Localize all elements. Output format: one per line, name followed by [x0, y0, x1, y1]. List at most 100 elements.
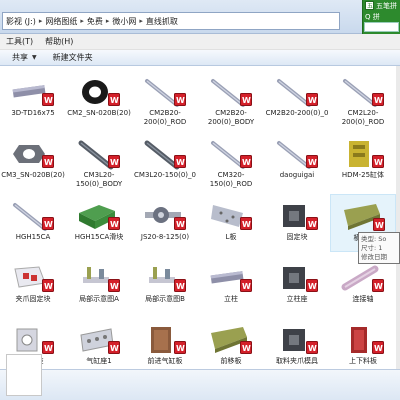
file-name-label: 取料夹爪模具 — [276, 357, 318, 365]
breadcrumb-separator-icon[interactable]: ▸ — [106, 17, 110, 25]
file-item[interactable]: W 连接轴 — [330, 256, 396, 314]
file-item[interactable]: W 立柱 — [198, 256, 264, 314]
svg-text:W: W — [110, 282, 119, 291]
file-item[interactable]: W 3D-TD16x75 — [0, 70, 66, 128]
scrollbar[interactable] — [396, 66, 400, 369]
file-name-label: CM2B20-200(0)_BODY — [207, 109, 255, 126]
share-button[interactable]: 共享 ▼ — [12, 52, 37, 63]
solidworks-file-icon: W — [42, 155, 54, 168]
file-name-label: 前进气缸板 — [147, 357, 183, 365]
file-item[interactable]: W JS20-8-125(0) — [132, 194, 198, 252]
file-name-label: 前移板 — [220, 357, 242, 365]
solidworks-file-icon: W — [42, 341, 54, 354]
solidworks-file-icon: W — [306, 93, 318, 106]
breadcrumb[interactable]: 影视 (J:) ▸ 网络图纸 ▸ 免费 ▸ 微小网 ▸ 直线抓取 — [2, 12, 340, 30]
file-item[interactable]: W CM2B20-200(0)_0 — [264, 70, 330, 128]
tooltip-size: 尺寸: 1 — [361, 244, 383, 252]
file-item[interactable]: W 前移板 — [198, 318, 264, 369]
file-item[interactable]: W 气缸座1 — [66, 318, 132, 369]
svg-text:W: W — [176, 96, 185, 105]
solidworks-file-icon: W — [240, 279, 252, 292]
file-item[interactable]: W 立柱座 — [264, 256, 330, 314]
file-item[interactable]: W 局部示意图B — [132, 256, 198, 314]
svg-text:W: W — [308, 282, 317, 291]
file-name-label: 局部示意图A — [79, 295, 119, 303]
svg-text:W: W — [374, 344, 383, 353]
file-item[interactable]: Wdaoguigai — [264, 132, 330, 190]
solidworks-file-icon: W — [108, 155, 120, 168]
menu-help[interactable]: 帮助(H) — [45, 36, 73, 47]
breadcrumb-item[interactable]: 免费 — [87, 16, 103, 27]
menu-bar: 工具(T) 帮助(H) — [0, 34, 400, 50]
file-item[interactable]: W CM2B20-200(0)_BODY — [198, 70, 264, 128]
file-name-label: 上下料板 — [349, 357, 377, 365]
svg-text:W: W — [242, 220, 251, 229]
ime-search-field[interactable] — [364, 22, 399, 32]
solidworks-file-icon: W — [240, 155, 252, 168]
file-item[interactable]: W CM320-150(0)_ROD — [198, 132, 264, 190]
file-item[interactable]: W CM2_SN-020B(20) — [66, 70, 132, 128]
tooltip-date: 修改日期 — [361, 253, 387, 261]
svg-text:W: W — [308, 96, 317, 105]
file-name-label: CM2B20-200(0)_ROD — [143, 109, 187, 126]
file-item[interactable]: W 局部示意图A — [66, 256, 132, 314]
svg-text:W: W — [44, 344, 53, 353]
file-item[interactable]: W CM3L20-150(0)_BODY — [66, 132, 132, 190]
ime-mode-label: Q 拼 — [365, 12, 380, 21]
svg-text:W: W — [176, 344, 185, 353]
solidworks-file-icon: W — [240, 217, 252, 230]
svg-text:W: W — [242, 158, 251, 167]
solidworks-file-icon: W — [108, 279, 120, 292]
breadcrumb-separator-icon[interactable]: ▸ — [139, 17, 143, 25]
breadcrumb-item[interactable]: 网络图纸 — [45, 16, 77, 27]
breadcrumb-separator-icon[interactable]: ▸ — [39, 17, 43, 25]
file-name-label: CM2_SN-020B(20) — [67, 109, 131, 117]
file-item[interactable]: W CM2B20-200(0)_ROD — [132, 70, 198, 128]
file-item[interactable]: W CM3_SN-020B(20) — [0, 132, 66, 190]
file-name-label: 局部示意图B — [145, 295, 185, 303]
solidworks-file-icon: W — [174, 155, 186, 168]
file-item[interactable]: W CM2L20-200(0)_ROD — [330, 70, 396, 128]
svg-text:W: W — [110, 158, 119, 167]
file-item[interactable]: W HGH15CA滑块 — [66, 194, 132, 252]
menu-tools[interactable]: 工具(T) — [6, 36, 33, 47]
svg-text:W: W — [110, 96, 119, 105]
file-item[interactable]: W 夹爪固定块 — [0, 256, 66, 314]
file-item[interactable]: W L板 — [198, 194, 264, 252]
file-item[interactable]: W 固定块 — [264, 194, 330, 252]
file-name-label: 气缸座1 — [86, 357, 112, 365]
svg-text:W: W — [374, 282, 383, 291]
file-name-label: 3D-TD16x75 — [11, 109, 55, 117]
svg-text:W: W — [308, 344, 317, 353]
breadcrumb-separator-icon[interactable]: ▸ — [80, 17, 84, 25]
file-name-label: CM3_SN-020B(20) — [1, 171, 65, 179]
file-item[interactable]: W CM3L20-150(0)_0 — [132, 132, 198, 190]
file-name-label: 固定块 — [286, 233, 308, 241]
file-name-label: HGH15CA滑块 — [74, 233, 124, 241]
svg-text:W: W — [308, 220, 317, 229]
breadcrumb-item[interactable]: 影视 (J:) — [6, 16, 36, 27]
solidworks-file-icon: W — [108, 341, 120, 354]
input-method-popup[interactable]: 五 五笔拼 Q 拼 — [362, 0, 400, 34]
breadcrumb-item[interactable]: 直线抓取 — [146, 16, 178, 27]
file-name-label: HGH15CA — [15, 233, 51, 241]
solidworks-file-icon: W — [174, 279, 186, 292]
breadcrumb-item[interactable]: 微小网 — [112, 16, 136, 27]
file-item[interactable]: W 取料夹爪模具 — [264, 318, 330, 369]
solidworks-file-icon: W — [306, 217, 318, 230]
file-item[interactable]: W 上下料板 — [330, 318, 396, 369]
ime-icon: 五 — [365, 1, 374, 10]
file-name-label: CM2B20-200(0)_0 — [265, 109, 329, 117]
new-folder-button[interactable]: 新建文件夹 — [53, 52, 93, 63]
svg-text:W: W — [44, 96, 53, 105]
file-item[interactable]: W 前进气缸板 — [132, 318, 198, 369]
file-item[interactable]: W HDM-25缸体 — [330, 132, 396, 190]
file-name-label: 夹爪固定块 — [15, 295, 51, 303]
svg-text:W: W — [44, 220, 53, 229]
solidworks-file-icon: W — [372, 279, 384, 292]
solidworks-file-icon: W — [372, 93, 384, 106]
ime-label: 五笔拼 — [376, 1, 397, 10]
solidworks-file-icon: W — [108, 217, 120, 230]
file-item[interactable]: W HGH15CA — [0, 194, 66, 252]
file-grid[interactable]: W 3D-TD16x75 W CM2_SN-020B(20) W CM2B20-200(0… — [0, 66, 400, 369]
